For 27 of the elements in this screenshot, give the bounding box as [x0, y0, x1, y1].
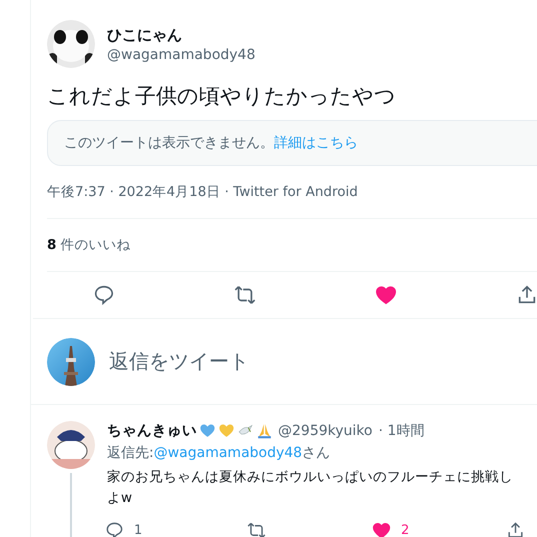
tweet-meta: 午後7:37 · 2022年4月18日 · Twitter for Android	[47, 183, 537, 219]
heart-icon[interactable]	[372, 521, 391, 537]
unavailable-message: このツイートは表示できません。	[64, 134, 274, 152]
avatar[interactable]	[47, 421, 95, 469]
timestamp[interactable]: · 1時間	[378, 422, 424, 440]
heart-icon	[218, 422, 235, 439]
heart-icon	[199, 422, 216, 439]
user-name[interactable]: ひこにゃん	[107, 26, 256, 44]
like-count[interactable]: 8	[47, 237, 56, 253]
reply-icon[interactable]	[105, 521, 124, 537]
user-name[interactable]: ちゃんきゅい	[107, 421, 197, 440]
tweet-text: これだよ子供の頃やりたかったやつ	[47, 83, 397, 110]
reply-icon[interactable]	[92, 284, 114, 306]
like-count: 2	[401, 523, 410, 537]
likes-label[interactable]: 件のいいね	[60, 236, 130, 254]
reply-count: 1	[134, 523, 142, 537]
replying-to: 返信先:@wagamamabody48さん	[107, 444, 332, 462]
share-icon[interactable]	[506, 521, 525, 537]
reply-input[interactable]: 返信をツイート	[109, 348, 249, 375]
retweet-icon[interactable]	[234, 284, 256, 306]
user-handle[interactable]: @wagamamabody48	[107, 46, 256, 62]
reply-text-line: 家のお兄ちゃんは夏休みにボウルいっぱいのフルーチェに挑戦し	[107, 468, 514, 487]
user-handle[interactable]: @2959kyuiko	[278, 422, 372, 438]
avatar[interactable]	[47, 20, 95, 68]
reply-text-line: よw	[107, 489, 134, 508]
retweet-icon[interactable]	[247, 521, 266, 537]
heart-icon[interactable]	[374, 284, 396, 306]
